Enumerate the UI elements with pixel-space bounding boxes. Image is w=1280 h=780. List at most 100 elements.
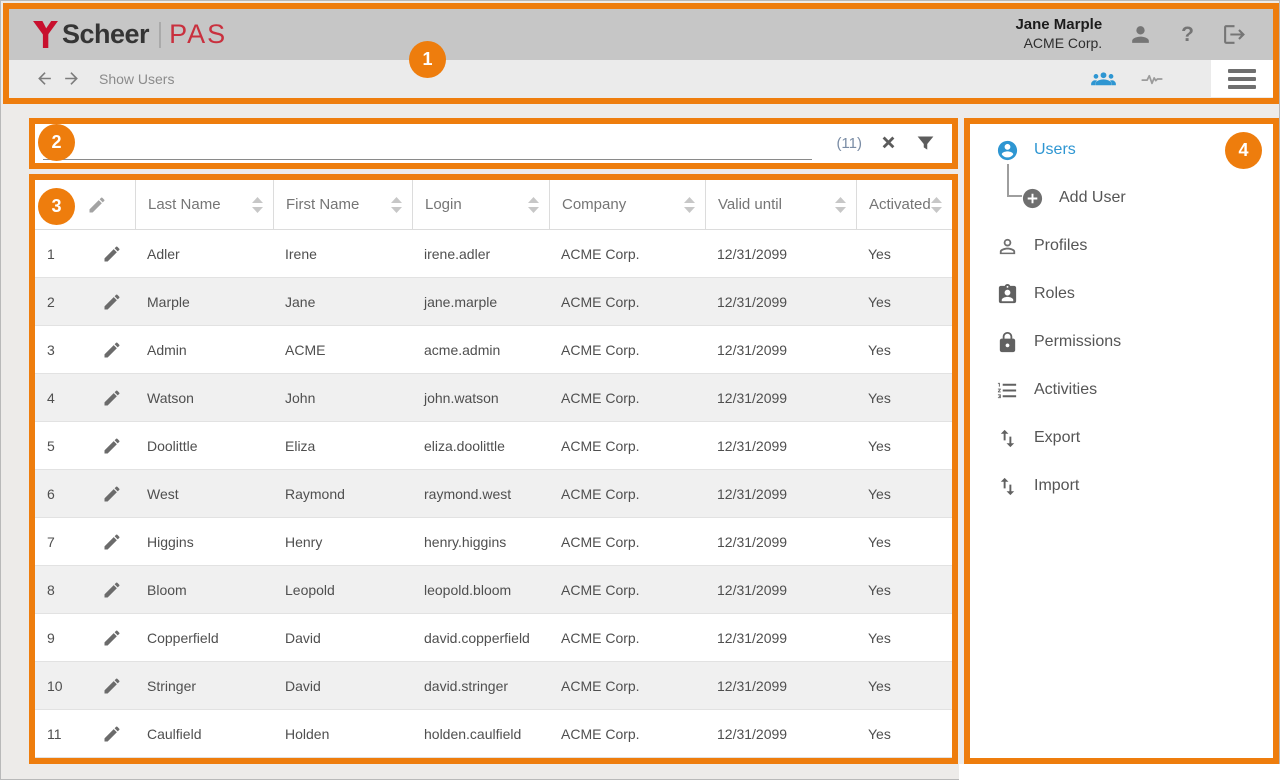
sidebar-item-export[interactable]: Export xyxy=(970,414,1273,462)
cell-first-name: Eliza xyxy=(273,438,412,454)
cell-last-name: Marple xyxy=(135,294,273,310)
edit-user-button[interactable] xyxy=(89,340,135,360)
sidebar-item-import[interactable]: Import xyxy=(970,462,1273,510)
column-header-last-name[interactable]: Last Name xyxy=(135,180,273,229)
cell-valid-until: 12/31/2099 xyxy=(705,438,856,454)
cell-company: ACME Corp. xyxy=(549,534,705,550)
column-header-activated[interactable]: Activated xyxy=(856,180,952,229)
user-management-icon[interactable] xyxy=(1090,65,1117,92)
filter-icon[interactable] xyxy=(915,133,936,154)
add-circle-icon xyxy=(1021,187,1044,210)
cell-login: david.copperfield xyxy=(412,630,549,646)
edit-user-button[interactable] xyxy=(89,388,135,408)
cell-company: ACME Corp. xyxy=(549,486,705,502)
import-export-icon xyxy=(996,427,1019,450)
breadcrumb-bar: Show Users xyxy=(9,60,1273,97)
pencil-icon xyxy=(102,244,122,264)
pencil-icon xyxy=(102,724,122,744)
sort-icon xyxy=(391,197,402,213)
user-profile-icon[interactable] xyxy=(1128,22,1153,47)
cell-company: ACME Corp. xyxy=(549,342,705,358)
cell-activated: Yes xyxy=(856,246,952,262)
cell-last-name: Copperfield xyxy=(135,630,273,646)
user-table-region: Last Name First Name Login Company Valid… xyxy=(29,174,958,764)
row-number: 1 xyxy=(35,246,89,262)
cell-activated: Yes xyxy=(856,678,952,694)
table-row: 9 Copperfield David david.copperfield AC… xyxy=(35,614,952,662)
cell-last-name: Doolittle xyxy=(135,438,273,454)
table-row: 8 Bloom Leopold leopold.bloom ACME Corp.… xyxy=(35,566,952,614)
sidebar-item-profiles[interactable]: Profiles xyxy=(970,222,1273,270)
pencil-icon xyxy=(87,195,107,215)
logout-icon[interactable] xyxy=(1222,22,1247,47)
cell-company: ACME Corp. xyxy=(549,438,705,454)
edit-user-button[interactable] xyxy=(89,436,135,456)
table-row: 5 Doolittle Eliza eliza.doolittle ACME C… xyxy=(35,422,952,470)
column-header-first-name[interactable]: First Name xyxy=(273,180,412,229)
pencil-icon xyxy=(102,388,122,408)
cell-company: ACME Corp. xyxy=(549,726,705,742)
sidebar-item-roles[interactable]: Roles xyxy=(970,270,1273,318)
table-row: 6 West Raymond raymond.west ACME Corp. 1… xyxy=(35,470,952,518)
edit-user-button[interactable] xyxy=(89,676,135,696)
edit-user-button[interactable] xyxy=(89,292,135,312)
pencil-icon xyxy=(102,628,122,648)
logo-separator xyxy=(159,22,161,48)
scheer-pas-logo: Scheer PAS xyxy=(33,19,227,50)
row-number: 4 xyxy=(35,390,89,406)
cell-last-name: West xyxy=(135,486,273,502)
table-row: 4 Watson John john.watson ACME Corp. 12/… xyxy=(35,374,952,422)
edit-user-button[interactable] xyxy=(89,628,135,648)
tree-connector xyxy=(1007,164,1022,197)
cell-first-name: ACME xyxy=(273,342,412,358)
activity-log-icon[interactable] xyxy=(1139,66,1165,92)
person-outline-icon xyxy=(996,235,1019,258)
cell-company: ACME Corp. xyxy=(549,246,705,262)
role-badge-icon xyxy=(996,283,1019,306)
row-number: 9 xyxy=(35,630,89,646)
pencil-icon xyxy=(102,532,122,552)
row-number: 6 xyxy=(35,486,89,502)
cell-login: raymond.west xyxy=(412,486,549,502)
column-header-company[interactable]: Company xyxy=(549,180,705,229)
cell-valid-until: 12/31/2099 xyxy=(705,486,856,502)
table-row: 11 Caulfield Holden holden.caulfield ACM… xyxy=(35,710,952,758)
forward-icon[interactable] xyxy=(62,69,81,88)
column-header-valid-until[interactable]: Valid until xyxy=(705,180,856,229)
edit-user-button[interactable] xyxy=(89,580,135,600)
filter-input[interactable] xyxy=(43,136,812,160)
menu-icon[interactable] xyxy=(1211,60,1273,97)
row-number: 3 xyxy=(35,342,89,358)
cell-valid-until: 12/31/2099 xyxy=(705,246,856,262)
sidebar-background-extension xyxy=(959,764,1280,780)
cell-company: ACME Corp. xyxy=(549,390,705,406)
cell-login: jane.marple xyxy=(412,294,549,310)
cell-company: ACME Corp. xyxy=(549,678,705,694)
table-row: 10 Stringer David david.stringer ACME Co… xyxy=(35,662,952,710)
sidebar-region: Users Add User Profiles Roles Permission… xyxy=(964,118,1279,764)
sort-icon xyxy=(528,197,539,213)
clear-filter-icon[interactable] xyxy=(879,134,898,153)
cell-last-name: Adler xyxy=(135,246,273,262)
cell-login: john.watson xyxy=(412,390,549,406)
sidebar-item-permissions[interactable]: Permissions xyxy=(970,318,1273,366)
edit-user-button[interactable] xyxy=(89,532,135,552)
cell-first-name: Raymond xyxy=(273,486,412,502)
numbered-list-icon xyxy=(996,379,1019,402)
cell-activated: Yes xyxy=(856,726,952,742)
sidebar-item-activities[interactable]: Activities xyxy=(970,366,1273,414)
cell-valid-until: 12/31/2099 xyxy=(705,342,856,358)
table-row: 7 Higgins Henry henry.higgins ACME Corp.… xyxy=(35,518,952,566)
cell-activated: Yes xyxy=(856,390,952,406)
column-header-login[interactable]: Login xyxy=(412,180,549,229)
sort-icon xyxy=(684,197,695,213)
edit-user-button[interactable] xyxy=(89,724,135,744)
edit-user-button[interactable] xyxy=(89,244,135,264)
cell-first-name: David xyxy=(273,630,412,646)
user-company: ACME Corp. xyxy=(1015,35,1102,53)
back-icon[interactable] xyxy=(35,69,54,88)
help-icon[interactable]: ? xyxy=(1181,23,1194,47)
edit-user-button[interactable] xyxy=(89,484,135,504)
cell-last-name: Watson xyxy=(135,390,273,406)
sort-icon xyxy=(252,197,263,213)
